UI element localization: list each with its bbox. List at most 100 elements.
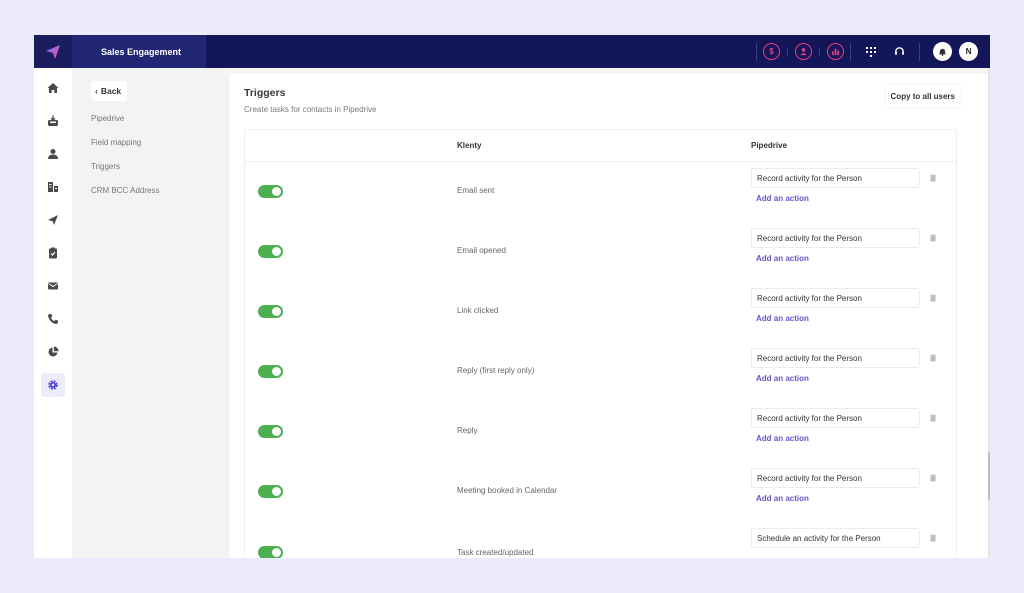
building-icon (48, 182, 58, 192)
rail-home[interactable] (41, 76, 65, 100)
back-label: Back (100, 86, 122, 96)
top-bar: Sales Engagement $ N (34, 35, 990, 68)
table-row: Task created/updated Schedule an activity… (245, 522, 956, 558)
delete-action-button[interactable] (925, 230, 941, 246)
triggers-panel: Triggers Create tasks for contacts in Pi… (230, 74, 988, 558)
back-button[interactable]: ‹ Back (91, 81, 128, 101)
divider (919, 42, 920, 61)
trigger-label: Reply (457, 426, 478, 435)
paper-plane-logo-icon (46, 44, 60, 59)
settings-subnav: ‹ Back Pipedrive Field mapping Triggers … (72, 68, 228, 558)
mail-icon (48, 282, 58, 290)
action-select[interactable]: Record activity for the Person (751, 408, 920, 428)
scrollbar-thumb[interactable] (988, 452, 990, 500)
action-value: Record activity for the Person (757, 473, 862, 483)
subnav-item-pipedrive[interactable]: Pipedrive (91, 114, 124, 123)
trash-icon (930, 534, 936, 542)
table-row: Meeting booked in Calendar Record activit… (245, 462, 956, 522)
icon-rail (34, 68, 72, 558)
delete-action-button[interactable] (925, 290, 941, 306)
divider (819, 47, 820, 56)
action-select[interactable]: Record activity for the Person (751, 468, 920, 488)
column-pipedrive: Pipedrive (751, 141, 788, 150)
home-icon (47, 83, 59, 93)
rail-inbox[interactable] (41, 109, 65, 133)
action-select[interactable]: Schedule an activity for the Person (751, 528, 920, 548)
trigger-toggle[interactable] (258, 485, 283, 498)
subnav-item-crm-bcc-address[interactable]: CRM BCC Address (91, 186, 159, 195)
user-icon[interactable] (795, 43, 812, 60)
logo[interactable] (34, 35, 72, 68)
trigger-toggle[interactable] (258, 365, 283, 378)
trigger-toggle[interactable] (258, 185, 283, 198)
action-select[interactable]: Record activity for the Person (751, 168, 920, 188)
chart-icon[interactable] (827, 43, 844, 60)
delete-action-button[interactable] (925, 530, 941, 546)
dollar-icon[interactable]: $ (763, 43, 780, 60)
chevron-left-icon: ‹ (95, 86, 98, 96)
action-value: Record activity for the Person (757, 233, 862, 243)
table-row: Reply (first reply only) Record activity … (245, 342, 956, 402)
rail-reports[interactable] (41, 340, 65, 364)
trigger-toggle[interactable] (258, 425, 283, 438)
header-actions: $ N (750, 35, 978, 68)
rail-calls[interactable] (41, 307, 65, 331)
add-action-link[interactable]: Add an action (756, 494, 809, 503)
headset-icon[interactable] (891, 44, 907, 60)
table-row: Email opened Record activity for the Pers… (245, 222, 956, 282)
delete-action-button[interactable] (925, 470, 941, 486)
rail-tasks[interactable] (41, 241, 65, 265)
notifications-button[interactable] (933, 42, 952, 61)
rail-companies[interactable] (41, 175, 65, 199)
action-select[interactable]: Record activity for the Person (751, 288, 920, 308)
trigger-label: Reply (first reply only) (457, 366, 535, 375)
inbox-icon (48, 115, 58, 126)
subnav-item-field-mapping[interactable]: Field mapping (91, 138, 141, 147)
pie-chart-icon (48, 346, 59, 357)
trigger-label: Link clicked (457, 306, 499, 315)
copy-to-all-users-button[interactable]: Copy to all users (885, 85, 960, 107)
trigger-toggle[interactable] (258, 245, 283, 258)
table-header: Klenty Pipedrive (245, 130, 956, 162)
trigger-label: Email opened (457, 246, 506, 255)
add-action-link[interactable]: Add an action (756, 374, 809, 383)
action-value: Record activity for the Person (757, 173, 862, 183)
add-action-link[interactable]: Add an action (756, 314, 809, 323)
trash-icon (930, 294, 936, 302)
send-icon (48, 215, 58, 225)
action-select[interactable]: Record activity for the Person (751, 228, 920, 248)
action-value: Record activity for the Person (757, 293, 862, 303)
table-row: Reply Record activity for the Person Add a… (245, 402, 956, 462)
add-action-link[interactable]: Add an action (756, 194, 809, 203)
rail-campaigns[interactable] (41, 208, 65, 232)
person-icon (48, 149, 58, 159)
add-action-link[interactable]: Add an action (756, 254, 809, 263)
bell-icon (939, 48, 946, 56)
trigger-toggle[interactable] (258, 305, 283, 318)
app-title: Sales Engagement (101, 46, 182, 57)
subnav-item-triggers[interactable]: Triggers (91, 162, 120, 171)
delete-action-button[interactable] (925, 410, 941, 426)
add-action-link[interactable]: Add an action (756, 434, 809, 443)
trigger-label: Meeting booked in Calendar (457, 486, 558, 495)
trigger-label: Email sent (457, 186, 495, 195)
avatar-initial: N (965, 47, 972, 56)
delete-action-button[interactable] (925, 350, 941, 366)
trash-icon (930, 234, 936, 242)
rail-contacts[interactable] (41, 142, 65, 166)
trigger-toggle[interactable] (258, 546, 283, 558)
rail-settings[interactable] (41, 373, 65, 397)
app-window: Sales Engagement $ N ‹ Back Pipedrive Fi… (34, 35, 990, 558)
app-title-tab[interactable]: Sales Engagement (72, 35, 206, 68)
gear-icon (48, 380, 58, 390)
rail-mail[interactable] (41, 274, 65, 298)
trash-icon (930, 174, 936, 182)
action-select[interactable]: Record activity for the Person (751, 348, 920, 368)
action-value: Record activity for the Person (757, 353, 862, 363)
trash-icon (930, 414, 936, 422)
dialpad-icon[interactable] (863, 44, 879, 60)
triggers-table: Klenty Pipedrive Email sent Record activi… (244, 129, 957, 558)
user-avatar[interactable]: N (959, 42, 978, 61)
phone-icon (48, 314, 58, 324)
delete-action-button[interactable] (925, 170, 941, 186)
